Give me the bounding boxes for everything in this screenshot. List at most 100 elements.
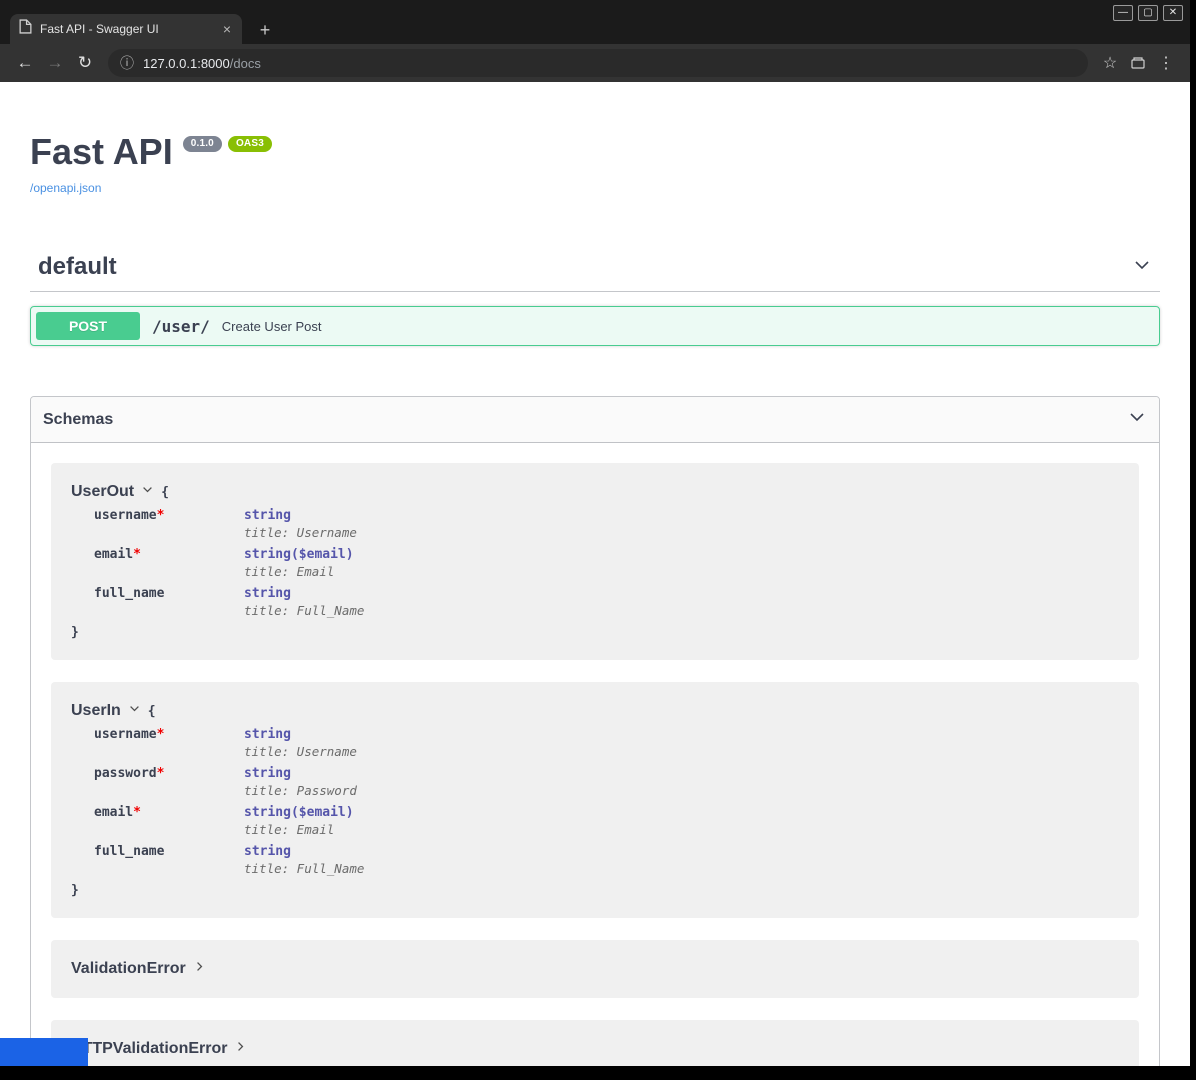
schemas-title: Schemas <box>43 411 113 429</box>
model-userout-toggle[interactable]: UserOut { <box>71 483 1119 501</box>
property-title: title: Username <box>244 744 357 759</box>
opblock-post-user[interactable]: POST /user/ Create User Post <box>30 306 1160 346</box>
property-row: email* string($email) title: Email <box>94 547 1119 579</box>
forward-button[interactable]: → <box>40 48 70 78</box>
tab-close-icon[interactable]: × <box>221 21 233 37</box>
chevron-right-icon[interactable] <box>193 960 206 978</box>
property-detail: string title: Password <box>244 766 357 798</box>
model-name: UserIn <box>71 702 121 720</box>
chevron-down-icon[interactable] <box>1132 255 1152 280</box>
open-brace: { <box>148 704 156 719</box>
page-content: Fast API 0.1.0 OAS3 /openapi.json defaul… <box>0 82 1190 1066</box>
required-marker: * <box>157 766 165 781</box>
schemas-section: Schemas UserOut { <box>30 396 1160 1066</box>
property-detail: string title: Full_Name <box>244 586 364 618</box>
chevron-right-icon[interactable] <box>234 1040 247 1058</box>
property-title: title: Email <box>244 822 354 837</box>
url-path: /docs <box>230 56 261 71</box>
model-name: UserOut <box>71 483 134 501</box>
window-maximize-button[interactable]: ▢ <box>1138 5 1158 21</box>
page-title: Fast API <box>30 132 173 172</box>
close-brace: } <box>71 883 1119 898</box>
property-detail: string($email) title: Email <box>244 547 354 579</box>
property-title: title: Full_Name <box>244 603 364 618</box>
property-title: title: Username <box>244 525 357 540</box>
back-button[interactable]: ← <box>10 48 40 78</box>
model-name: ValidationError <box>71 960 186 978</box>
bookmark-star-icon[interactable]: ☆ <box>1096 49 1124 77</box>
property-title: title: Email <box>244 564 354 579</box>
openapi-json-link[interactable]: /openapi.json <box>30 181 101 195</box>
status-popup <box>0 1038 88 1066</box>
window-close-button[interactable]: ✕ <box>1163 5 1183 21</box>
schemas-section-header[interactable]: Schemas <box>31 397 1159 443</box>
property-type: string <box>244 766 357 781</box>
default-section-title: default <box>38 253 117 281</box>
property-name: password* <box>94 766 244 798</box>
window-controls: — ▢ ✕ <box>1113 5 1183 21</box>
api-info: Fast API 0.1.0 OAS3 /openapi.json <box>30 82 1160 197</box>
chevron-down-icon[interactable] <box>141 483 154 501</box>
property-detail: string($email) title: Email <box>244 805 354 837</box>
property-name: full_name <box>94 844 244 876</box>
model-httpvalidationerror-toggle[interactable]: HTTPValidationError <box>71 1040 1119 1058</box>
property-title: title: Password <box>244 783 357 798</box>
model-userin-toggle[interactable]: UserIn { <box>71 702 1119 720</box>
property-type: string <box>244 844 364 859</box>
model-userout: UserOut { username* string ti <box>51 463 1139 660</box>
property-name: full_name <box>94 586 244 618</box>
browser-tab[interactable]: Fast API - Swagger UI × <box>10 14 242 44</box>
browser-window: Fast API - Swagger UI × + — ▢ ✕ ← → ↻ ⓘ … <box>0 0 1190 1066</box>
property-row: email* string($email) title: Email <box>94 805 1119 837</box>
reload-button[interactable]: ↻ <box>70 48 100 78</box>
model-validationerror: ValidationError <box>51 940 1139 998</box>
property-type: string($email) <box>244 805 354 820</box>
property-row: username* string title: Username <box>94 727 1119 759</box>
property-name: email* <box>94 805 244 837</box>
default-section-header[interactable]: default <box>30 243 1160 292</box>
property-type: string <box>244 727 357 742</box>
endpoint-summary: Create User Post <box>222 319 322 334</box>
property-row: full_name string title: Full_Name <box>94 844 1119 876</box>
new-tab-button[interactable]: + <box>252 17 278 43</box>
property-name: username* <box>94 508 244 540</box>
property-name: email* <box>94 547 244 579</box>
required-marker: * <box>157 508 165 523</box>
property-row: full_name string title: Full_Name <box>94 586 1119 618</box>
browser-menu-icon[interactable]: ⋮ <box>1152 49 1180 77</box>
tab-title: Fast API - Swagger UI <box>40 22 221 36</box>
default-section: default POST /user/ Create User Post <box>30 243 1160 346</box>
property-name: username* <box>94 727 244 759</box>
property-detail: string title: Username <box>244 727 357 759</box>
method-badge: POST <box>36 312 140 340</box>
tab-groups-icon[interactable] <box>1124 49 1152 77</box>
schemas-body: UserOut { username* string ti <box>31 443 1159 1066</box>
property-row: password* string title: Password <box>94 766 1119 798</box>
url-host: 127.0.0.1:8000 <box>143 56 230 71</box>
titlebar: Fast API - Swagger UI × + — ▢ ✕ <box>0 0 1190 44</box>
property-title: title: Full_Name <box>244 861 364 876</box>
property-type: string($email) <box>244 547 354 562</box>
required-marker: * <box>133 805 141 820</box>
required-marker: * <box>157 727 165 742</box>
model-validationerror-toggle[interactable]: ValidationError <box>71 960 1119 978</box>
site-info-icon[interactable]: ⓘ <box>120 53 134 73</box>
page-favicon-icon <box>19 19 32 39</box>
endpoint-path: /user/ <box>152 317 210 336</box>
property-row: username* string title: Username <box>94 508 1119 540</box>
required-marker: * <box>133 547 141 562</box>
property-type: string <box>244 586 364 601</box>
window-minimize-button[interactable]: — <box>1113 5 1133 21</box>
chevron-down-icon[interactable] <box>1127 407 1147 432</box>
chevron-down-icon[interactable] <box>128 702 141 720</box>
open-brace: { <box>161 485 169 500</box>
url-text: 127.0.0.1:8000/docs <box>143 56 261 71</box>
oas3-badge: OAS3 <box>228 136 272 152</box>
close-brace: } <box>71 625 1119 640</box>
address-bar[interactable]: ⓘ 127.0.0.1:8000/docs <box>108 49 1088 77</box>
version-badge: 0.1.0 <box>183 136 222 152</box>
model-userin: UserIn { username* string tit <box>51 682 1139 918</box>
property-detail: string title: Full_Name <box>244 844 364 876</box>
property-detail: string title: Username <box>244 508 357 540</box>
model-name: HTTPValidationError <box>71 1040 227 1058</box>
